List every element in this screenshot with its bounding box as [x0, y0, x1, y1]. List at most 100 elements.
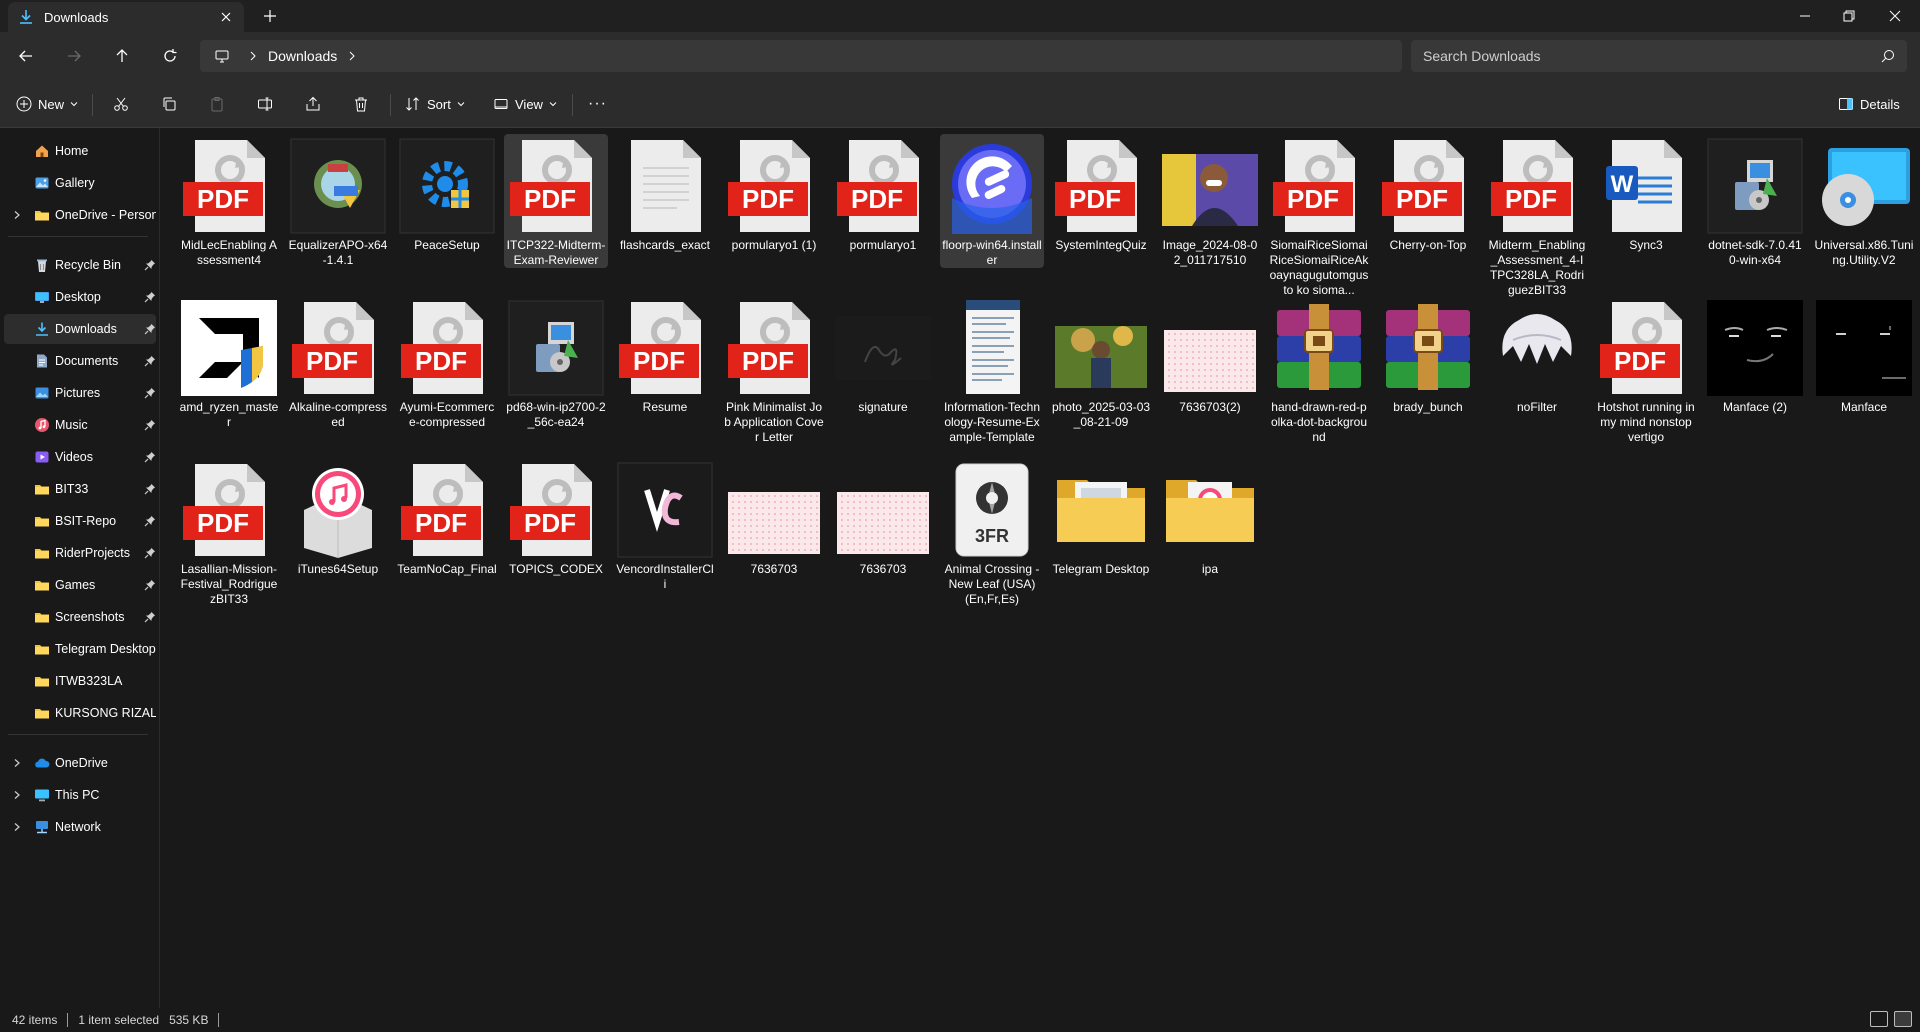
file-item[interactable]: amd_ryzen_master	[177, 296, 281, 430]
search-input[interactable]	[1423, 48, 1881, 64]
file-item[interactable]: PDF TeamNoCap_Final	[395, 458, 499, 577]
back-button[interactable]	[14, 44, 38, 68]
chevron-right-icon[interactable]	[12, 758, 22, 768]
sidebar-item-desktop[interactable]: Desktop	[4, 282, 156, 312]
sidebar-item-home[interactable]: Home	[4, 136, 156, 166]
file-item[interactable]: photo_2025-03-03_08-21-09	[1049, 296, 1153, 430]
file-name: Hotshot running in my mind nonstop verti…	[1597, 400, 1695, 444]
file-item[interactable]: PDF ITCP322-Midterm-Exam-Reviewer	[504, 134, 608, 268]
forward-button[interactable]	[62, 44, 86, 68]
chevron-right-icon[interactable]	[12, 822, 22, 832]
maximize-button[interactable]	[1826, 0, 1872, 32]
sidebar-item-screenshots[interactable]: Screenshots	[4, 602, 156, 632]
file-item[interactable]: PDF SiomaiRiceSiomaiRiceSiomaiRiceAkoayna…	[1267, 134, 1371, 298]
file-item[interactable]: signature	[831, 296, 935, 415]
sidebar-item-documents[interactable]: Documents	[4, 346, 156, 376]
new-tab-icon[interactable]	[262, 8, 278, 24]
file-item[interactable]: noFilter	[1485, 296, 1589, 415]
sort-button[interactable]: Sort	[405, 90, 465, 118]
file-item[interactable]: PDF SystemIntegQuiz	[1049, 134, 1153, 253]
file-item[interactable]: PDF Lasallian-Mission-Festival_RodriguezB…	[177, 458, 281, 607]
file-item[interactable]: pd68-win-ip2700-2_56c-ea24	[504, 296, 608, 430]
chevron-right-icon[interactable]	[12, 210, 22, 220]
file-item[interactable]: PDF Ayumi-Ecommerce-compressed	[395, 296, 499, 430]
chevron-right-icon[interactable]	[12, 790, 22, 800]
file-item[interactable]: dotnet-sdk-7.0.410-win-x64	[1703, 134, 1807, 268]
delete-button[interactable]	[353, 90, 369, 118]
view-button[interactable]: View	[493, 90, 557, 118]
file-item[interactable]: Telegram Desktop	[1049, 458, 1153, 577]
folder-icon	[35, 709, 49, 719]
tab-downloads[interactable]: Downloads	[8, 2, 244, 32]
paste-button[interactable]	[209, 90, 225, 118]
file-item[interactable]: Universal.x86.Tuning.Utility.V2	[1812, 134, 1916, 268]
sidebar-item-recycle-bin[interactable]: Recycle Bin	[4, 250, 156, 280]
sidebar-item-games[interactable]: Games	[4, 570, 156, 600]
file-item[interactable]: W Sync3	[1594, 134, 1698, 253]
file-item[interactable]: PDF TOPICS_CODEX	[504, 458, 608, 577]
sidebar-item-onedrive-persona[interactable]: OneDrive - Persona	[4, 200, 156, 230]
equalizer-installer-icon	[290, 138, 386, 234]
file-item[interactable]: PDF Hotshot running in my mind nonstop ve…	[1594, 296, 1698, 445]
file-item[interactable]: Manface (2)	[1703, 296, 1807, 415]
file-item[interactable]: PDF MidLecEnabling Assessment4	[177, 134, 281, 268]
sidebar-item-onedrive[interactable]: OneDrive	[4, 748, 156, 778]
amd-installer-icon	[181, 300, 277, 396]
file-item[interactable]: hand-drawn-red-polka-dot-background	[1267, 296, 1371, 445]
file-item[interactable]: iTunes64Setup	[286, 458, 390, 577]
large-icons-view-toggle[interactable]	[1894, 1011, 1912, 1027]
file-item[interactable]: ipa	[1158, 458, 1262, 577]
more-options-button[interactable]: ···	[588, 90, 607, 118]
sidebar-item-network[interactable]: Network	[4, 812, 156, 842]
sidebar-item-itwb323la[interactable]: ITWB323LA	[4, 666, 156, 696]
copy-button[interactable]	[161, 90, 177, 118]
sidebar-item-this-pc[interactable]: This PC	[4, 780, 156, 810]
minimize-button[interactable]	[1782, 0, 1828, 32]
file-item[interactable]: Information-Technology-Resume-Example-Te…	[940, 296, 1044, 445]
file-item[interactable]: brady_bunch	[1376, 296, 1480, 415]
sidebar-item-telegram-desktop[interactable]: Telegram Desktop	[4, 634, 156, 664]
file-item[interactable]: PDF Midterm_Enabling_Assessment_4-ITPC328…	[1485, 134, 1589, 298]
file-item[interactable]: PDF Alkaline-compressed	[286, 296, 390, 430]
details-view-toggle[interactable]	[1870, 1011, 1888, 1027]
file-item[interactable]: EqualizerAPO-x64-1.4.1	[286, 134, 390, 268]
breadcrumb[interactable]: Downloads	[200, 40, 1402, 72]
file-item[interactable]: VencordInstallerCli	[613, 458, 717, 592]
file-item[interactable]: PDF Pink Minimalist Job Application Cover…	[722, 296, 826, 445]
file-item[interactable]: 7636703(2)	[1158, 296, 1262, 415]
close-window-button[interactable]	[1872, 0, 1918, 32]
sidebar-item-downloads[interactable]: Downloads	[4, 314, 156, 344]
sidebar-item-music[interactable]: Music	[4, 410, 156, 440]
cut-button[interactable]	[113, 90, 129, 118]
sidebar-item-kursong-rizal[interactable]: KURSONG RIZAL	[4, 698, 156, 728]
sidebar-item-videos[interactable]: Videos	[4, 442, 156, 472]
file-item[interactable]: PeaceSetup	[395, 134, 499, 253]
close-tab-icon[interactable]	[218, 9, 234, 25]
new-button[interactable]: New	[16, 90, 78, 118]
file-item[interactable]: 7636703	[831, 458, 935, 577]
sidebar-item-pictures[interactable]: Pictures	[4, 378, 156, 408]
file-item[interactable]: PDF Cherry-on-Top	[1376, 134, 1480, 253]
search-box[interactable]	[1411, 40, 1907, 72]
file-item[interactable]: Manface	[1812, 296, 1916, 415]
rename-button[interactable]	[257, 90, 273, 118]
details-button[interactable]: Details	[1838, 90, 1900, 118]
share-button[interactable]	[305, 90, 321, 118]
file-item[interactable]: 7636703	[722, 458, 826, 577]
file-item[interactable]: PDF pormularyo1	[831, 134, 935, 253]
file-item[interactable]: Image_2024-08-02_011717510	[1158, 134, 1262, 268]
floorp-browser-icon	[944, 138, 1040, 234]
file-item[interactable]: PDF Resume	[613, 296, 717, 415]
refresh-button[interactable]	[158, 44, 182, 68]
sidebar-item-bsit-repo[interactable]: BSIT-Repo	[4, 506, 156, 536]
file-item[interactable]: floorp-win64.installer	[940, 134, 1044, 268]
file-item[interactable]: 3FR Animal Crossing - New Leaf (USA) (En,…	[940, 458, 1044, 607]
up-button[interactable]	[110, 44, 134, 68]
sidebar-item-riderprojects[interactable]: RiderProjects	[4, 538, 156, 568]
pdf-file-icon: PDF	[1380, 138, 1476, 234]
breadcrumb-downloads[interactable]: Downloads	[268, 48, 337, 64]
sidebar-item-gallery[interactable]: Gallery	[4, 168, 156, 198]
file-item[interactable]: flashcards_exact	[613, 134, 717, 253]
file-item[interactable]: PDF pormularyo1 (1)	[722, 134, 826, 253]
sidebar-item-bit33[interactable]: BIT33	[4, 474, 156, 504]
